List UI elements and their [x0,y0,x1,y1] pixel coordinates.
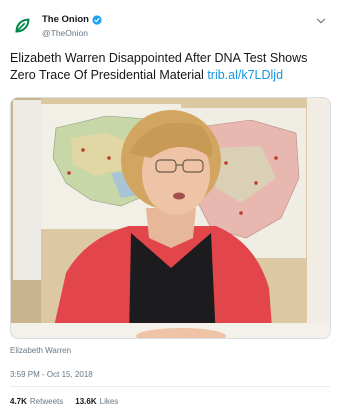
tweet-stats: 4.7K Retweets 13.6K Likes [10,397,118,406]
verified-badge-icon [92,15,102,25]
likes-count: 13.6K [75,397,97,406]
divider [10,386,330,387]
photo-caption: Elizabeth Warren [10,346,72,355]
avatar[interactable] [10,14,34,38]
tweet-link[interactable]: trib.al/k7LDljd [207,68,283,82]
tweet-card: The Onion @TheOnion Elizabeth Warren Dis… [0,0,340,411]
tweet-photo[interactable] [10,97,331,339]
tweet-header: The Onion @TheOnion [10,12,330,42]
timestamp[interactable]: 3:59 PM - Oct 15, 2018 [10,370,93,379]
retweets-label: Retweets [29,397,64,406]
onion-leaf-icon [11,15,33,37]
likes-label: Likes [99,397,119,406]
photo-illustration [11,98,330,338]
display-name[interactable]: The Onion [42,14,89,26]
retweets-stat[interactable]: 4.7K Retweets [10,397,63,406]
tweet-text: Elizabeth Warren Disappointed After DNA … [10,50,326,84]
chevron-down-icon[interactable] [314,14,328,28]
likes-stat[interactable]: 13.6K Likes [75,397,118,406]
author-names: The Onion @TheOnion [42,14,102,39]
handle[interactable]: @TheOnion [42,27,102,39]
retweets-count: 4.7K [10,397,27,406]
